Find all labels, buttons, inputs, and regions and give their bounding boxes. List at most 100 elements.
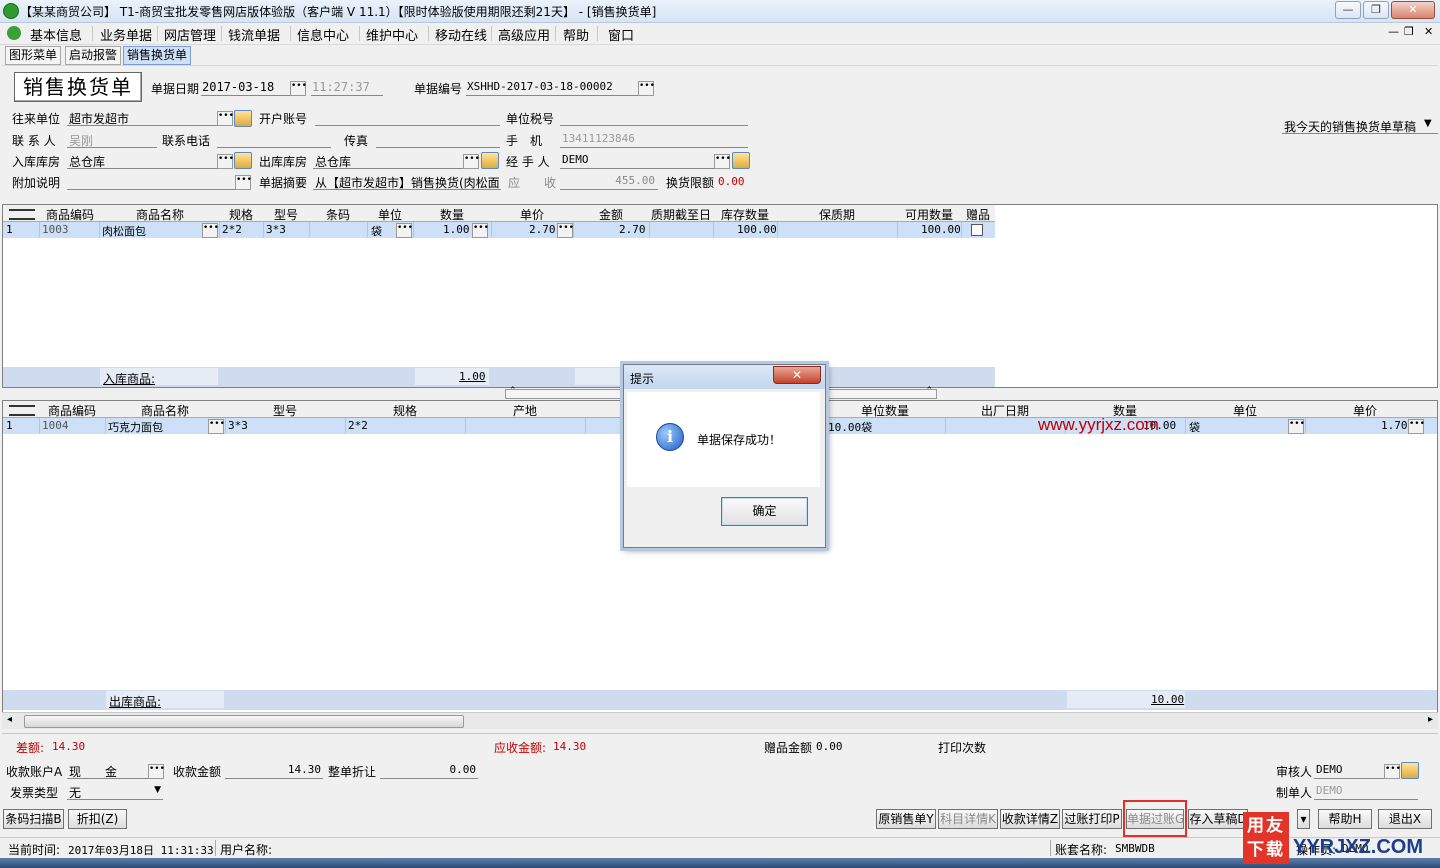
collect-detail-button[interactable]: 收款详情Z <box>1000 809 1060 829</box>
col-shelf-life[interactable]: 保质期 <box>777 206 897 223</box>
grid-menu-icon[interactable] <box>9 209 35 220</box>
col-amount[interactable]: 金额 <box>573 206 649 223</box>
menu-info-center[interactable]: 信息中心 <box>297 25 349 44</box>
partner-field[interactable]: 超市发超市 <box>67 108 233 126</box>
handler-lookup-icon[interactable] <box>732 152 750 169</box>
table-row[interactable]: 1 1003 肉松面包 ••• 2*2 3*3 袋 ••• 1.00 ••• 2… <box>3 222 995 238</box>
tab-startup-alarm[interactable]: 启动报警 <box>65 46 122 65</box>
in-store-select-button[interactable]: ••• <box>217 154 234 169</box>
mdi-restore-button[interactable]: ❐ <box>1404 25 1414 38</box>
warehouse-out-icon[interactable] <box>481 152 499 169</box>
number-field[interactable]: XSHHD-2017-03-18-00002 <box>466 78 654 96</box>
chevron-down-icon[interactable]: ▼ <box>154 785 161 795</box>
date-picker-button[interactable]: ••• <box>290 81 307 96</box>
out-store-field[interactable]: 总仓库 <box>313 151 479 169</box>
col-name[interactable]: 商品名称 <box>105 402 225 419</box>
menu-cash-docs[interactable]: 钱流单据 <box>228 25 280 44</box>
out-store-select-button[interactable]: ••• <box>463 154 480 169</box>
partner-lookup-icon[interactable] <box>234 110 252 127</box>
original-sale-button[interactable]: 原销售单Y <box>876 809 936 829</box>
col-expiry[interactable]: 质期截至日 <box>649 206 713 223</box>
note-button[interactable]: ••• <box>235 175 252 190</box>
handler-select-button[interactable]: ••• <box>714 154 731 169</box>
menu-advanced[interactable]: 高级应用 <box>498 25 550 44</box>
tab-graphic-menu[interactable]: 图形菜单 <box>5 46 62 65</box>
scroll-right-icon[interactable]: ▸ <box>1428 714 1433 725</box>
cell-name-button[interactable]: ••• <box>208 419 225 434</box>
menu-basic-info[interactable]: 基本信息 <box>30 25 82 44</box>
close-button[interactable]: ✕ <box>1391 1 1435 19</box>
auditor-button[interactable]: ••• <box>1384 764 1401 779</box>
in-store-field[interactable]: 总仓库 <box>67 151 233 169</box>
grid-menu-icon[interactable] <box>9 405 35 416</box>
warehouse-icon[interactable] <box>234 152 252 169</box>
dialog-close-button[interactable]: ✕ <box>773 366 821 384</box>
menu-mobile-online[interactable]: 移动在线 <box>435 25 487 44</box>
col-qty[interactable]: 数量 <box>413 206 491 223</box>
discount-field[interactable]: 0.00 <box>380 761 478 779</box>
subject-detail-button[interactable]: 科目详情K <box>938 809 998 829</box>
post-print-button[interactable]: 过账打印P <box>1062 809 1122 829</box>
tax-id-field[interactable] <box>560 108 748 126</box>
restore-button[interactable]: ❐ <box>1363 1 1389 19</box>
tab-sales-exchange[interactable]: 销售换货单 <box>123 46 192 65</box>
cell-unit-button[interactable]: ••• <box>1288 419 1305 434</box>
cell-unit-button[interactable]: ••• <box>396 223 413 238</box>
menu-online-shop[interactable]: 网店管理 <box>164 25 216 44</box>
horizontal-scrollbar[interactable]: ◂ ▸ <box>2 712 1438 729</box>
splitter-down-icon[interactable]: ⌃ <box>925 386 933 396</box>
menu-business-docs[interactable]: 业务单据 <box>100 25 152 44</box>
number-button[interactable]: ••• <box>638 81 655 96</box>
fax-field[interactable] <box>376 130 500 148</box>
col-spec[interactable]: 规格 <box>219 206 263 223</box>
cell-price-button[interactable]: ••• <box>1408 419 1425 434</box>
scroll-left-icon[interactable]: ◂ <box>7 714 12 725</box>
col-name[interactable]: 商品名称 <box>101 206 219 223</box>
splitter-up-icon[interactable]: ⌃ <box>509 386 517 396</box>
col-model[interactable]: 型号 <box>263 206 309 223</box>
draft-dropdown-arrow-icon[interactable]: ▼ <box>1424 118 1432 129</box>
col-unit[interactable]: 单位 <box>1185 402 1305 419</box>
post-button[interactable]: 单据过账G <box>1126 809 1184 829</box>
col-code[interactable]: 商品编码 <box>39 206 101 223</box>
save-draft-button[interactable]: 存入草稿D <box>1188 809 1248 829</box>
col-code[interactable]: 商品编码 <box>39 402 105 419</box>
collect-account-button[interactable]: ••• <box>148 764 165 779</box>
phone-field[interactable] <box>217 130 331 148</box>
discount-button[interactable]: 折扣(Z) <box>68 809 127 829</box>
col-model[interactable]: 型号 <box>225 402 345 419</box>
gift-checkbox[interactable] <box>971 224 983 236</box>
invoice-type-select[interactable]: 无 ▼ <box>67 782 163 800</box>
summary-field[interactable]: 从【超市发超市】销售换货(肉松面 <box>313 172 501 190</box>
help-button[interactable]: 帮助H <box>1318 809 1372 829</box>
col-gift[interactable]: 赠品 <box>961 206 995 223</box>
menu-help[interactable]: 帮助 <box>563 25 589 44</box>
account-no-field[interactable] <box>315 108 500 126</box>
partner-select-button[interactable]: ••• <box>217 111 234 126</box>
auditor-lookup-icon[interactable] <box>1401 762 1419 779</box>
handler-field[interactable]: DEMO <box>560 151 730 169</box>
col-unit[interactable]: 单位 <box>367 206 413 223</box>
barcode-scan-button[interactable]: 条码扫描B <box>3 809 64 829</box>
col-available[interactable]: 可用数量 <box>897 206 961 223</box>
cell-price-button[interactable]: ••• <box>557 223 574 238</box>
cell-name-button[interactable]: ••• <box>202 223 219 238</box>
col-unit-qty[interactable]: 单位数量 <box>825 402 945 419</box>
menu-maintenance[interactable]: 维护中心 <box>366 25 418 44</box>
col-barcode[interactable]: 条码 <box>309 206 367 223</box>
minimize-button[interactable]: — <box>1335 1 1361 19</box>
mobile-field[interactable]: 13411123846 <box>560 130 748 148</box>
cell-qty-button[interactable]: ••• <box>472 223 489 238</box>
ok-button[interactable]: 确定 <box>721 497 808 526</box>
draft-dropdown-icon[interactable]: ▾ <box>1297 809 1310 829</box>
scroll-thumb[interactable] <box>24 715 464 728</box>
time-field[interactable]: 11:27:37 <box>311 78 383 96</box>
col-price[interactable]: 单价 <box>1305 402 1425 419</box>
menu-window[interactable]: 窗口 <box>608 25 634 44</box>
mdi-close-button[interactable]: ✕ <box>1424 25 1433 38</box>
note-field[interactable] <box>67 172 251 190</box>
contact-field[interactable]: 吴刚 <box>67 130 157 148</box>
col-stock[interactable]: 库存数量 <box>713 206 777 223</box>
collected-field[interactable]: 14.30 <box>225 761 323 779</box>
col-price[interactable]: 单价 <box>491 206 573 223</box>
